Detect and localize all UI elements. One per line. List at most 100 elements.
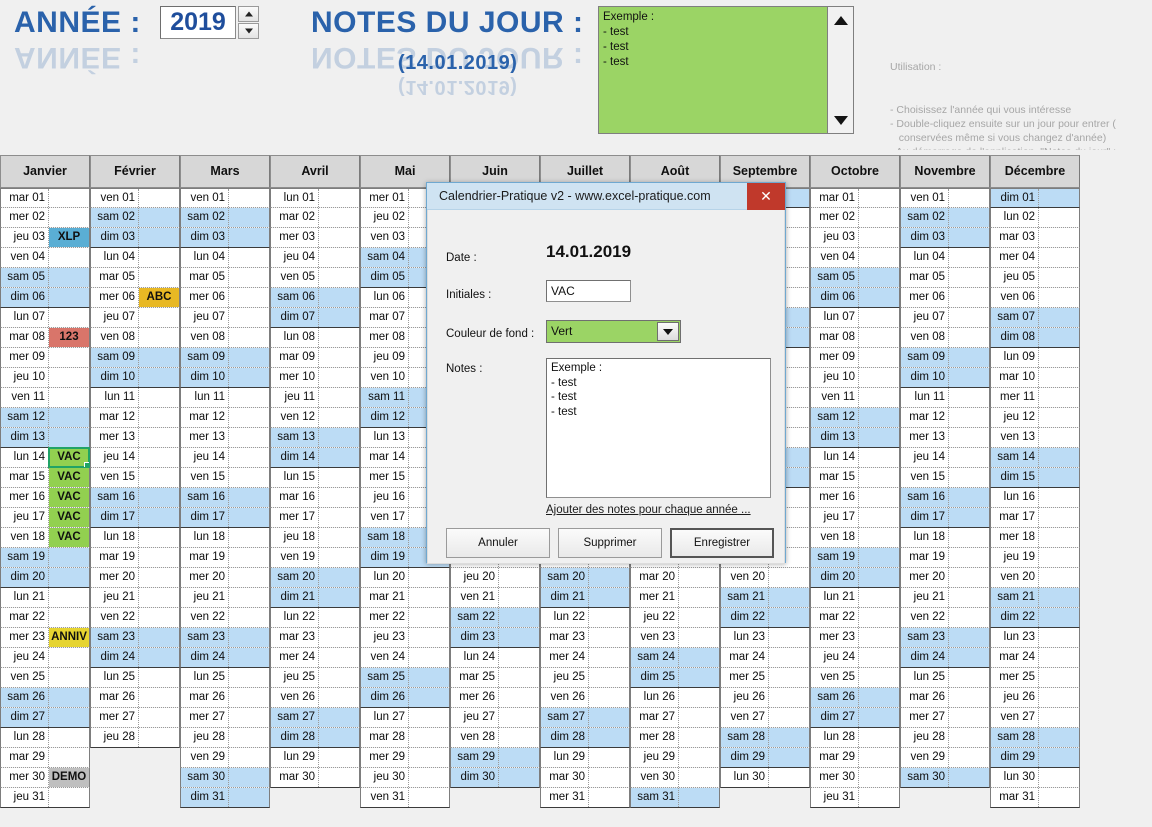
day-cell[interactable]: lun 11 — [181, 388, 229, 407]
add-yearly-notes-link[interactable]: Ajouter des notes pour chaque année ... — [546, 504, 751, 516]
calendar-day-row[interactable]: jeu 03 XLP — [0, 228, 90, 248]
day-note-cell[interactable] — [319, 508, 359, 527]
calendar-day-row[interactable]: mer 13 — [900, 428, 990, 448]
calendar-day-row[interactable]: lun 15 — [270, 468, 360, 488]
calendar-day-row[interactable]: lun 22 — [270, 608, 360, 628]
calendar-day-row[interactable]: mer 17 — [270, 508, 360, 528]
day-cell[interactable]: mar 05 — [91, 268, 139, 287]
day-note-cell[interactable] — [769, 628, 809, 647]
day-cell[interactable]: mar 23 — [541, 628, 589, 647]
day-note-cell[interactable] — [589, 628, 629, 647]
day-note-cell[interactable] — [859, 588, 899, 607]
calendar-day-row[interactable]: mer 24 — [540, 648, 630, 668]
calendar-day-row[interactable]: jeu 10 — [0, 368, 90, 388]
day-cell[interactable]: ven 01 — [901, 189, 949, 207]
day-cell[interactable]: jeu 24 — [1, 648, 49, 667]
calendar-day-row[interactable]: mer 10 — [270, 368, 360, 388]
day-cell[interactable]: lun 01 — [271, 189, 319, 207]
calendar-day-row[interactable]: lun 24 — [450, 648, 540, 668]
day-cell[interactable]: mer 11 — [991, 388, 1039, 407]
day-cell[interactable]: ven 25 — [811, 668, 859, 687]
day-cell[interactable]: sam 25 — [361, 668, 409, 687]
day-note-cell[interactable] — [1039, 228, 1079, 247]
day-note-cell[interactable] — [859, 448, 899, 467]
cancel-button[interactable]: Annuler — [446, 528, 550, 558]
calendar-day-row[interactable]: jeu 26 — [990, 688, 1080, 708]
day-cell[interactable]: dim 05 — [361, 268, 409, 287]
day-cell[interactable]: mer 28 — [631, 728, 679, 747]
day-note-cell[interactable] — [229, 668, 269, 687]
day-note-cell[interactable] — [229, 608, 269, 627]
calendar-day-row[interactable]: mer 31 — [540, 788, 630, 808]
calendar-day-row[interactable]: sam 30 — [180, 768, 270, 788]
day-cell[interactable]: mer 21 — [631, 588, 679, 607]
day-note-cell[interactable] — [769, 608, 809, 627]
day-cell[interactable]: mar 07 — [361, 308, 409, 327]
calendar-day-row[interactable]: jeu 14 — [900, 448, 990, 468]
calendar-day-row[interactable]: jeu 22 — [630, 608, 720, 628]
calendar-day-row[interactable]: sam 07 — [990, 308, 1080, 328]
calendar-day-row[interactable]: dim 06 — [810, 288, 900, 308]
day-cell[interactable]: mar 30 — [271, 768, 319, 787]
day-cell[interactable]: lun 23 — [991, 628, 1039, 647]
day-cell[interactable]: ven 22 — [181, 608, 229, 627]
day-cell[interactable]: jeu 29 — [631, 748, 679, 767]
day-cell[interactable]: mer 16 — [1, 488, 49, 507]
day-note-cell[interactable] — [229, 628, 269, 647]
calendar-day-row[interactable]: ven 04 — [810, 248, 900, 268]
calendar-day-row[interactable]: ven 11 — [810, 388, 900, 408]
day-cell[interactable]: sam 20 — [541, 568, 589, 587]
day-note-cell[interactable] — [139, 588, 179, 607]
day-cell[interactable]: mer 06 — [181, 288, 229, 307]
day-cell[interactable]: mar 09 — [271, 348, 319, 367]
day-cell[interactable]: dim 25 — [631, 668, 679, 687]
calendar-day-row[interactable]: dim 26 — [360, 688, 450, 708]
day-note-cell[interactable] — [319, 588, 359, 607]
day-cell[interactable]: dim 22 — [721, 608, 769, 627]
day-cell[interactable]: mer 27 — [181, 708, 229, 727]
day-cell[interactable]: mer 30 — [1, 768, 49, 787]
day-cell[interactable]: mar 03 — [991, 228, 1039, 247]
calendar-day-row[interactable]: lun 26 — [630, 688, 720, 708]
day-cell[interactable]: mar 02 — [271, 208, 319, 227]
day-note-cell[interactable] — [949, 248, 989, 267]
calendar-day-row[interactable]: lun 27 — [360, 708, 450, 728]
day-note-cell[interactable] — [229, 268, 269, 287]
day-cell[interactable]: dim 03 — [181, 228, 229, 247]
calendar-day-row[interactable]: dim 29 — [990, 748, 1080, 768]
calendar-day-row[interactable]: sam 16 — [90, 488, 180, 508]
day-cell[interactable]: lun 08 — [271, 328, 319, 347]
day-note-cell[interactable] — [859, 189, 899, 207]
day-note-cell[interactable] — [229, 348, 269, 367]
day-note-cell[interactable] — [139, 708, 179, 727]
day-note-cell[interactable] — [319, 748, 359, 767]
calendar-day-row[interactable]: jeu 07 — [900, 308, 990, 328]
day-note-cell[interactable] — [859, 228, 899, 247]
calendar-day-row[interactable]: lun 22 — [540, 608, 630, 628]
calendar-day-row[interactable]: mar 28 — [360, 728, 450, 748]
day-cell[interactable]: dim 06 — [1, 288, 49, 307]
calendar-day-row[interactable]: ven 28 — [450, 728, 540, 748]
day-cell[interactable]: mer 25 — [991, 668, 1039, 687]
day-cell[interactable]: sam 26 — [811, 688, 859, 707]
day-cell[interactable]: ven 22 — [901, 608, 949, 627]
calendar-day-row[interactable]: lun 21 — [810, 588, 900, 608]
day-note-cell[interactable] — [409, 668, 449, 687]
day-cell[interactable]: dim 26 — [361, 688, 409, 707]
day-cell[interactable]: dim 30 — [451, 768, 499, 787]
day-note-cell[interactable] — [589, 648, 629, 667]
day-note-cell[interactable] — [1039, 488, 1079, 507]
calendar-day-row[interactable]: lun 20 — [360, 568, 450, 588]
day-note-cell[interactable] — [949, 688, 989, 707]
day-note-cell[interactable] — [49, 288, 89, 307]
day-cell[interactable]: jeu 27 — [451, 708, 499, 727]
chevron-down-icon[interactable] — [657, 322, 679, 341]
calendar-day-row[interactable]: sam 12 — [0, 408, 90, 428]
day-note-cell[interactable] — [409, 768, 449, 787]
calendar-day-row[interactable]: dim 03 — [900, 228, 990, 248]
calendar-day-row[interactable]: mar 26 — [900, 688, 990, 708]
day-note-cell[interactable] — [1039, 208, 1079, 227]
day-cell[interactable]: lun 28 — [811, 728, 859, 747]
day-note-cell[interactable] — [319, 268, 359, 287]
day-note-cell[interactable] — [679, 688, 719, 707]
